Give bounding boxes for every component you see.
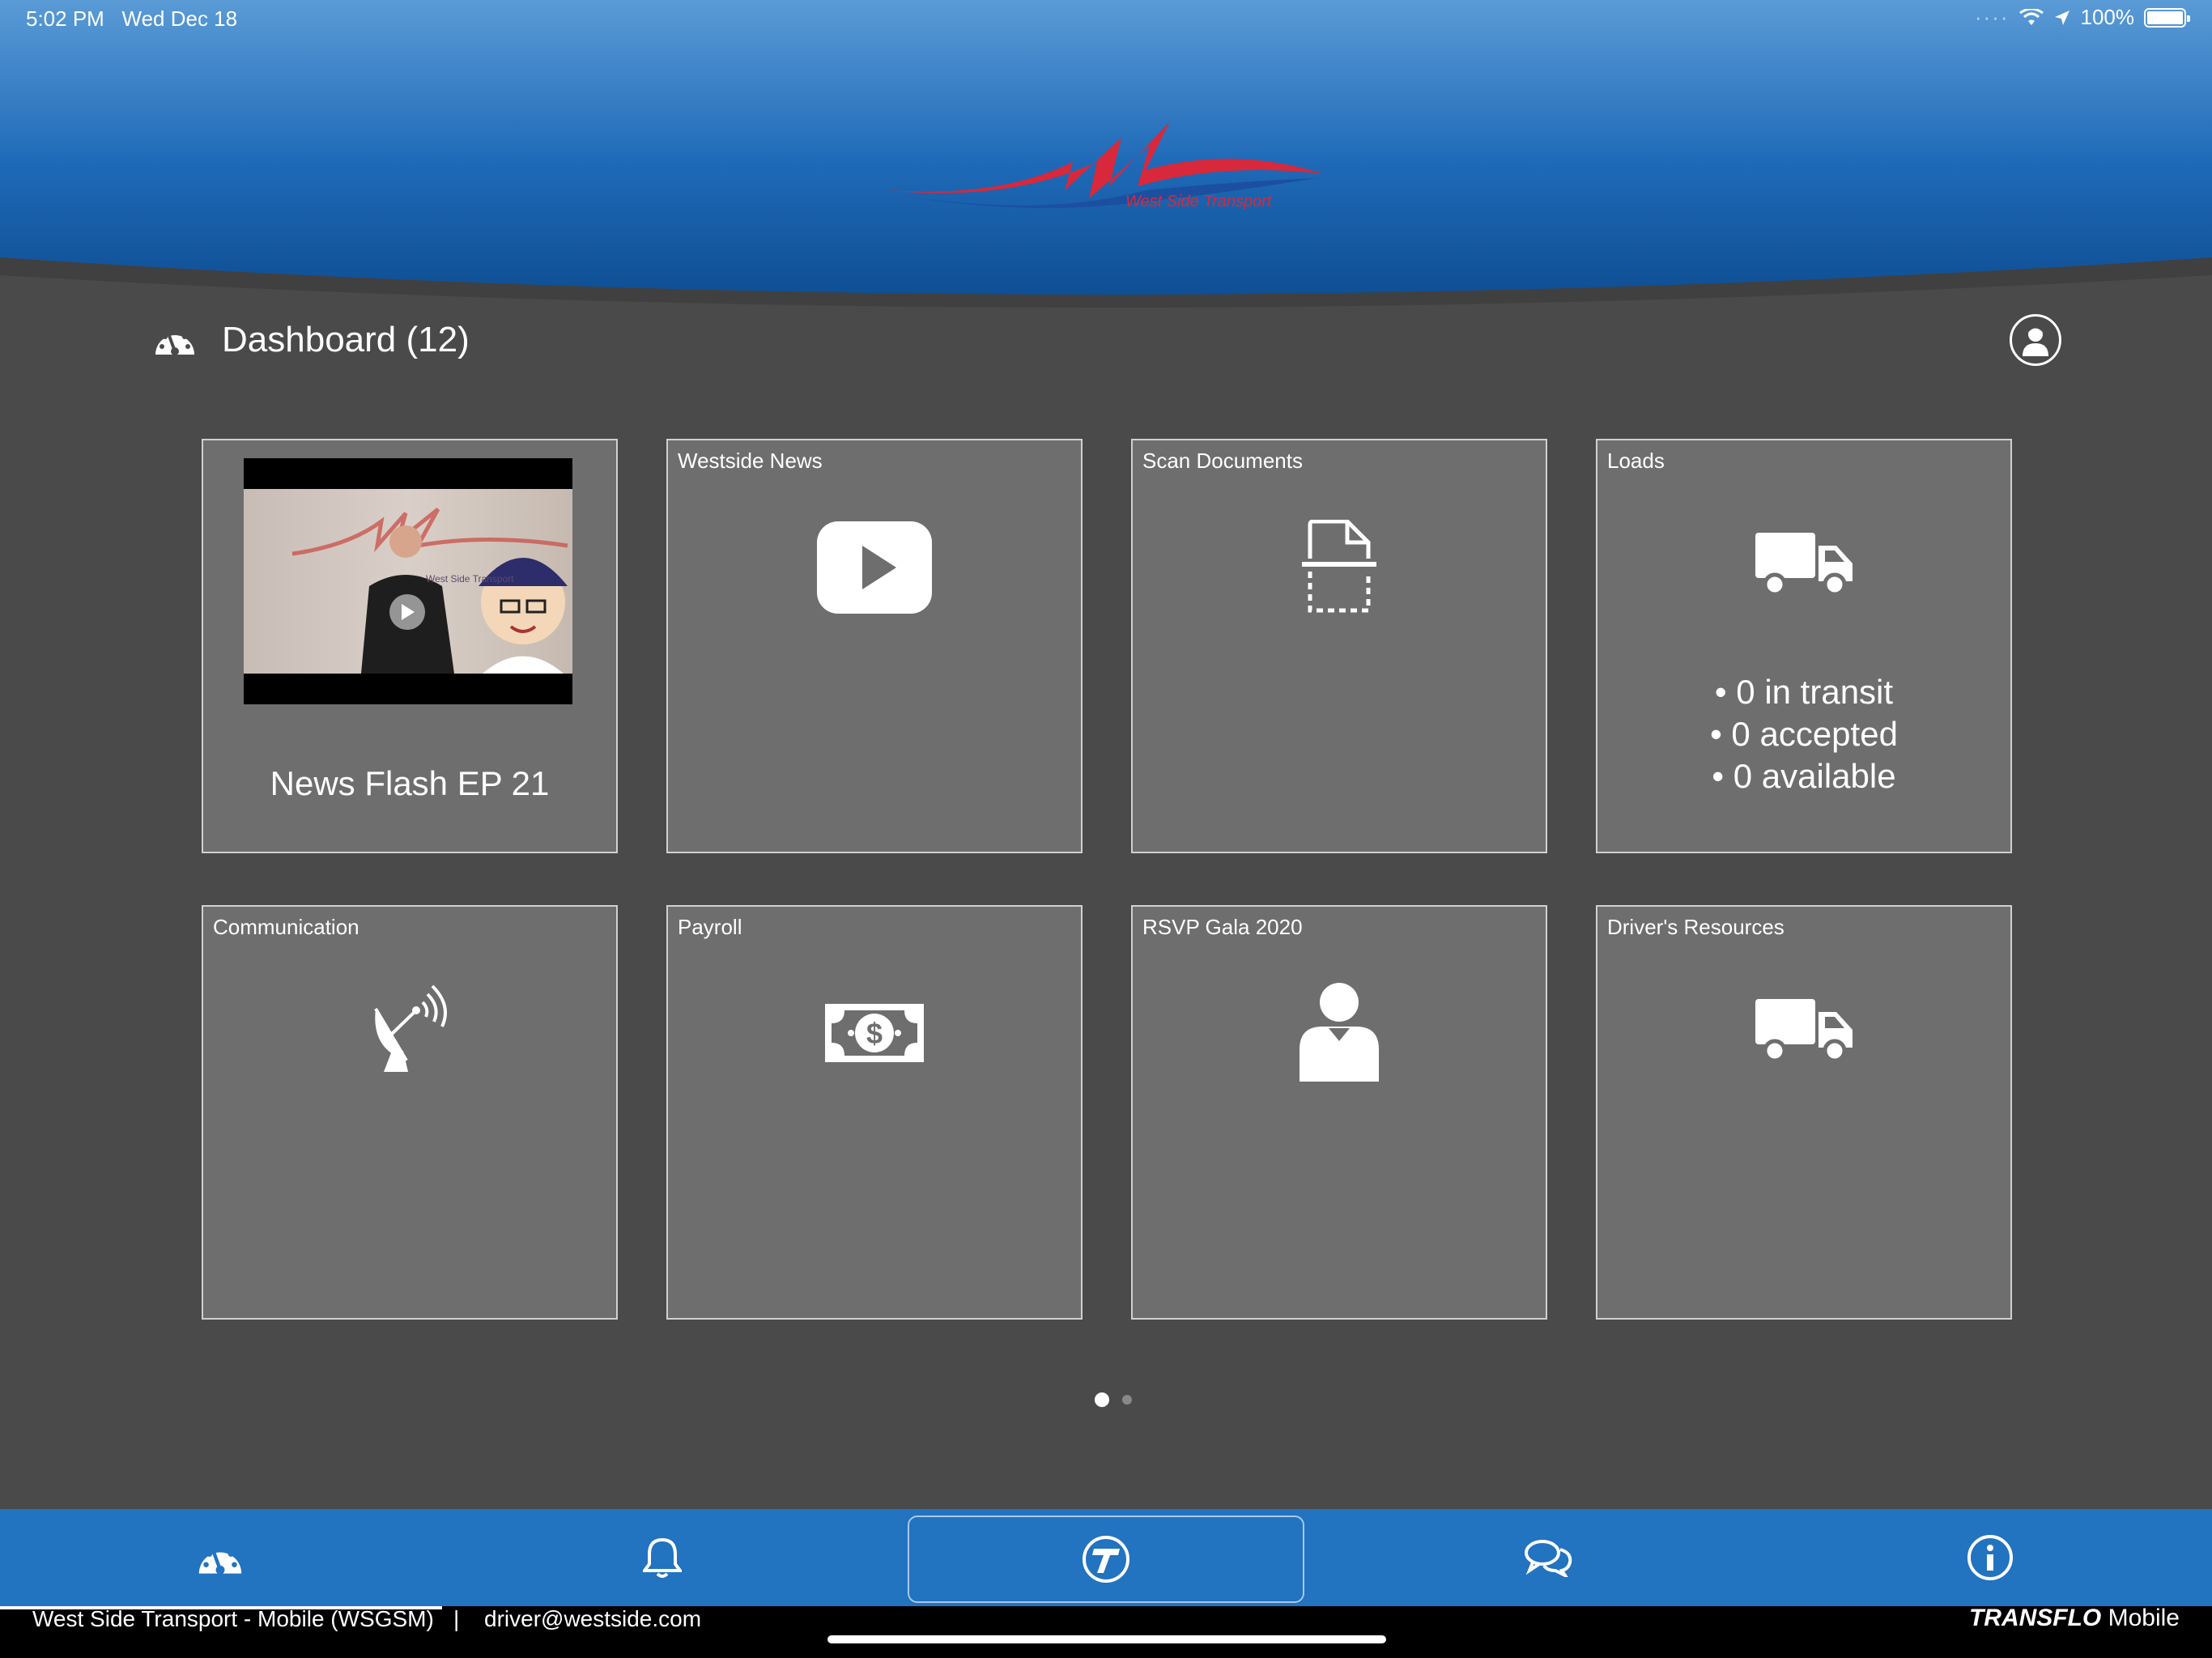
tile-scan-documents[interactable]: Scan Documents <box>1131 439 1547 853</box>
account-footer: West Side Transport - Mobile (WSGSM) | d… <box>0 1605 2212 1658</box>
bottom-tab-bar <box>0 1509 2212 1606</box>
scan-document-icon <box>1302 520 1376 613</box>
chat-icon <box>1525 1540 1572 1577</box>
bell-icon <box>643 1537 682 1578</box>
play-icon <box>402 604 415 620</box>
tile-rsvp-gala[interactable]: RSVP Gala 2020 <box>1131 905 1547 1320</box>
svg-text:West Side Transport: West Side Transport <box>426 573 514 585</box>
battery-icon <box>2144 7 2190 28</box>
page-dot-active[interactable] <box>1095 1392 1109 1407</box>
news-flash-caption: News Flash EP 21 <box>270 764 550 802</box>
tile-label: Payroll <box>678 915 742 939</box>
battery-percent: 100% <box>2080 5 2135 29</box>
tile-news-flash[interactable]: West Side Transport News Flash EP 21 <box>202 439 618 853</box>
loads-in-transit: • 0 in transit <box>1714 673 1894 711</box>
wifi-icon <box>2018 8 2044 25</box>
truck-icon <box>1755 533 1853 597</box>
account-name: West Side Transport - Mobile (WSGSM) <box>32 1606 434 1631</box>
signal-dots-icon: ···· <box>1974 5 2010 29</box>
person-icon <box>1300 983 1379 1082</box>
tile-label: Scan Documents <box>1142 449 1303 473</box>
loads-accepted: • 0 accepted <box>1710 715 1898 753</box>
tile-label: Loads <box>1607 449 1665 473</box>
video-thumbnail[interactable]: West Side Transport <box>244 458 572 704</box>
tab-transflo[interactable] <box>908 1516 1304 1603</box>
footer-separator: | <box>453 1606 460 1631</box>
video-still-image: West Side Transport <box>291 508 568 674</box>
video-play-button[interactable] <box>389 594 425 630</box>
tab-info[interactable] <box>1909 1509 2071 1606</box>
youtube-play-icon <box>817 521 932 614</box>
tile-label: RSVP Gala 2020 <box>1142 915 1303 939</box>
dashboard-icon <box>155 329 194 355</box>
dashboard-icon <box>198 1545 242 1575</box>
loads-stats: • 0 in transit • 0 accepted • 0 availabl… <box>1597 671 2010 797</box>
tile-drivers-resources[interactable]: Driver's Resources <box>1596 905 2012 1320</box>
app-header: 5:02 PM Wed Dec 18 ···· 100% West Side T… <box>0 0 2212 308</box>
tile-label: Communication <box>213 915 359 939</box>
account-email: driver@westside.com <box>484 1606 702 1631</box>
dashboard-header: Dashboard (12) <box>152 316 470 364</box>
status-bar: 5:02 PM Wed Dec 18 ···· 100% <box>0 0 2212 39</box>
tile-label: Westside News <box>678 449 823 473</box>
svg-text:$: $ <box>866 1017 883 1050</box>
tile-westside-news[interactable]: Westside News <box>666 439 1083 853</box>
tile-communication[interactable]: Communication <box>202 905 618 1320</box>
tile-loads[interactable]: Loads • 0 in transit • 0 accepted • 0 av… <box>1596 439 2012 853</box>
status-time: 5:02 PM Wed Dec 18 <box>26 6 238 31</box>
tab-messages[interactable] <box>1467 1509 1629 1606</box>
profile-button[interactable] <box>2010 314 2061 366</box>
tile-payroll[interactable]: Payroll $ <box>666 905 1083 1320</box>
page-title: Dashboard (12) <box>222 320 470 359</box>
page-dot[interactable] <box>1122 1395 1132 1405</box>
tab-notifications[interactable] <box>581 1509 743 1606</box>
tile-label: Driver's Resources <box>1607 915 1784 939</box>
driver-profile-icon <box>2023 326 2048 356</box>
truck-icon <box>1755 999 1853 1063</box>
money-bill-icon: $ <box>825 1004 924 1062</box>
loads-available: • 0 available <box>1712 757 1896 795</box>
transflo-icon <box>1083 1536 1129 1583</box>
page-indicator[interactable] <box>1095 1392 1132 1407</box>
tab-dashboard[interactable] <box>139 1509 301 1606</box>
satellite-dish-icon <box>374 984 447 1072</box>
transflo-mobile-brand: TRANSFLO Mobile <box>1968 1605 2180 1631</box>
logo-caption: West Side Transport <box>1125 193 1272 210</box>
info-icon <box>1967 1535 2013 1580</box>
location-arrow-icon <box>2054 10 2069 25</box>
home-indicator[interactable] <box>827 1635 1386 1643</box>
